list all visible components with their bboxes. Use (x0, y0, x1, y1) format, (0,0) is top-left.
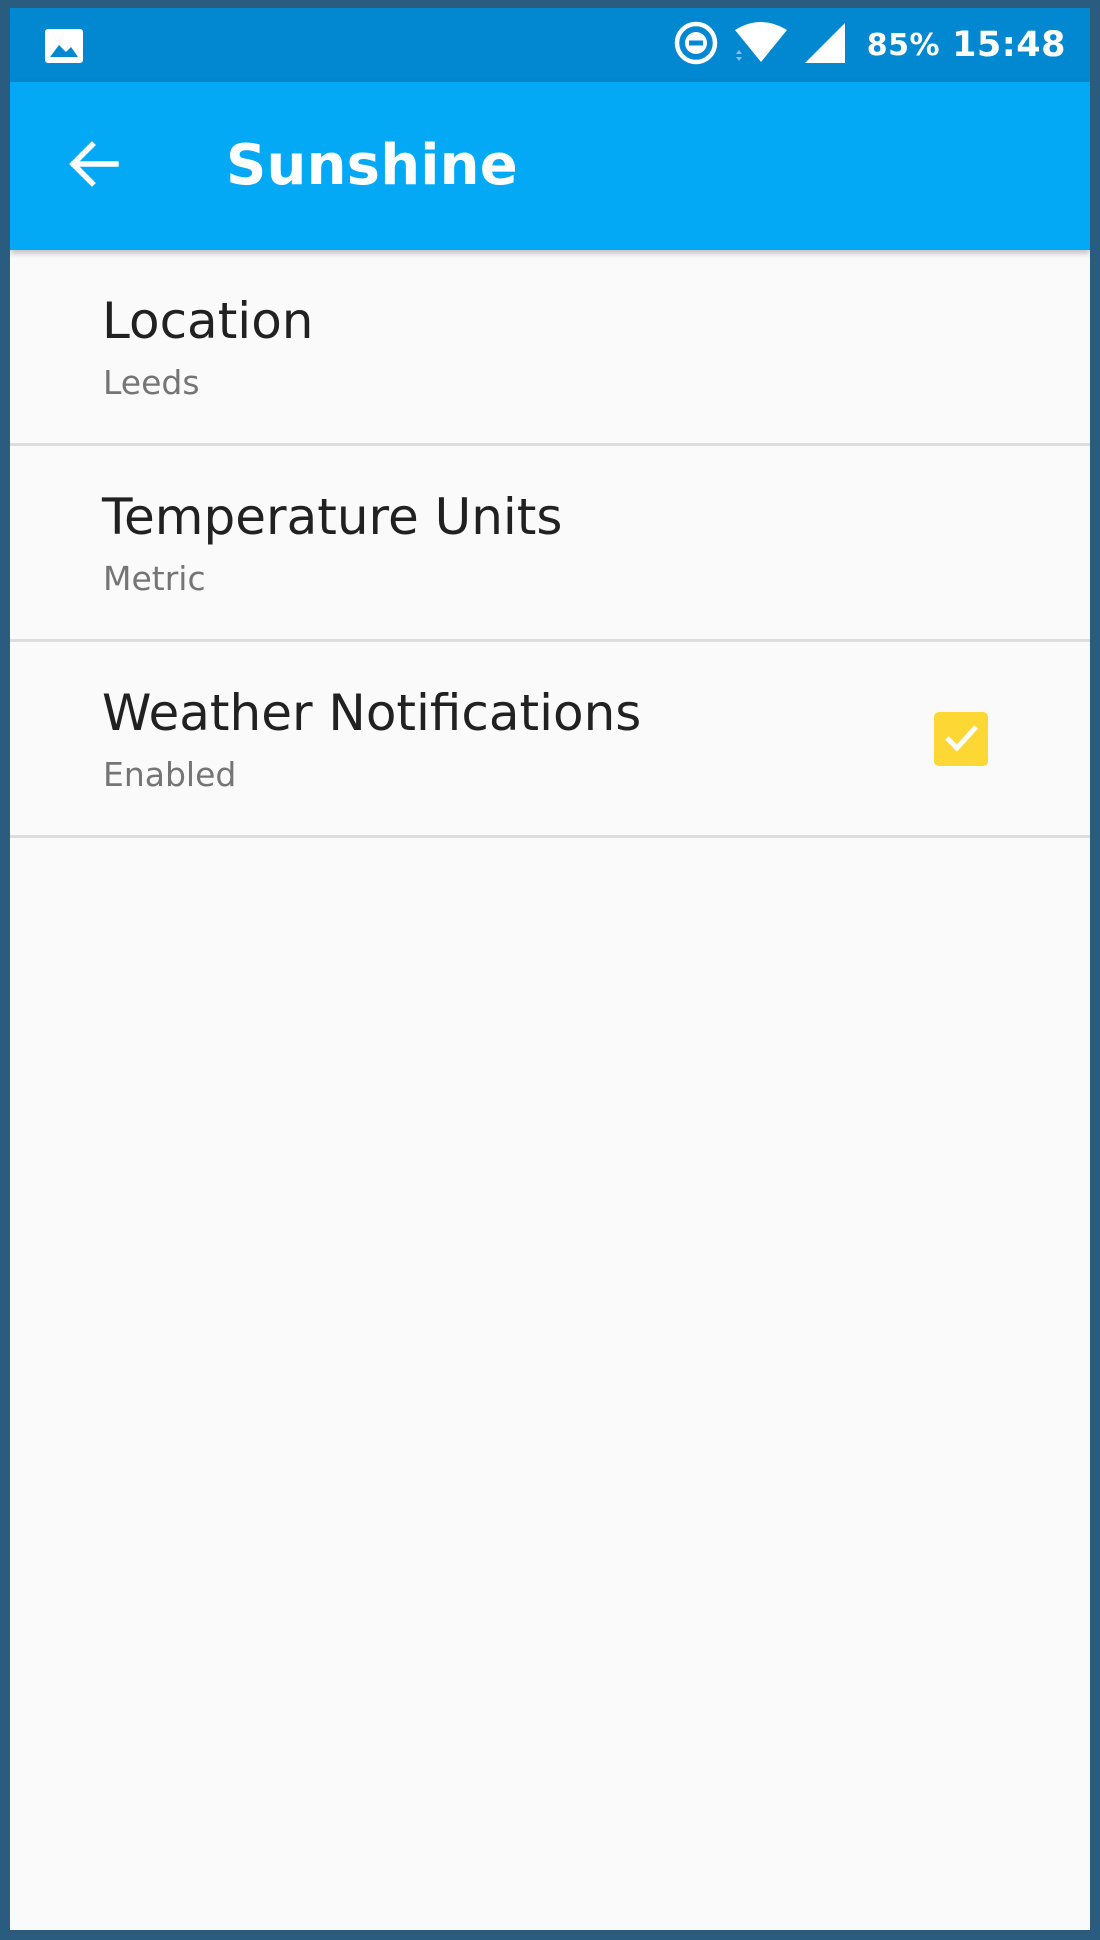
battery-percent: 85% (866, 27, 941, 63)
preference-list: Location Leeds Temperature Units Metric … (10, 250, 1090, 838)
preference-summary: Metric (103, 559, 206, 598)
preference-summary: Leeds (103, 363, 200, 402)
status-bar: 85% 15:48 (10, 8, 1090, 82)
notifications-checkbox[interactable] (934, 712, 988, 766)
checkmark-icon (941, 717, 981, 761)
do-not-disturb-icon (673, 20, 719, 70)
preference-location[interactable]: Location Leeds (10, 250, 1090, 446)
image-icon (44, 26, 84, 66)
preference-title: Temperature Units (102, 488, 563, 546)
status-icons: 85% 15:48 (673, 8, 1066, 82)
preference-title: Location (102, 292, 314, 350)
wifi-icon (733, 20, 789, 70)
cellular-signal-icon (803, 21, 847, 69)
app-bar: Sunshine (10, 82, 1090, 250)
app-title: Sunshine (226, 133, 518, 198)
preference-weather-notifications[interactable]: Weather Notifications Enabled (10, 642, 1090, 838)
device-screen: 85% 15:48 Sunshine Location Leeds Temper… (10, 8, 1090, 1930)
status-time: 15:48 (952, 25, 1066, 65)
preference-temperature-units[interactable]: Temperature Units Metric (10, 446, 1090, 642)
preference-title: Weather Notifications (102, 684, 642, 742)
back-button[interactable] (56, 128, 132, 204)
preference-summary: Enabled (103, 755, 237, 794)
arrow-back-icon (66, 136, 122, 196)
